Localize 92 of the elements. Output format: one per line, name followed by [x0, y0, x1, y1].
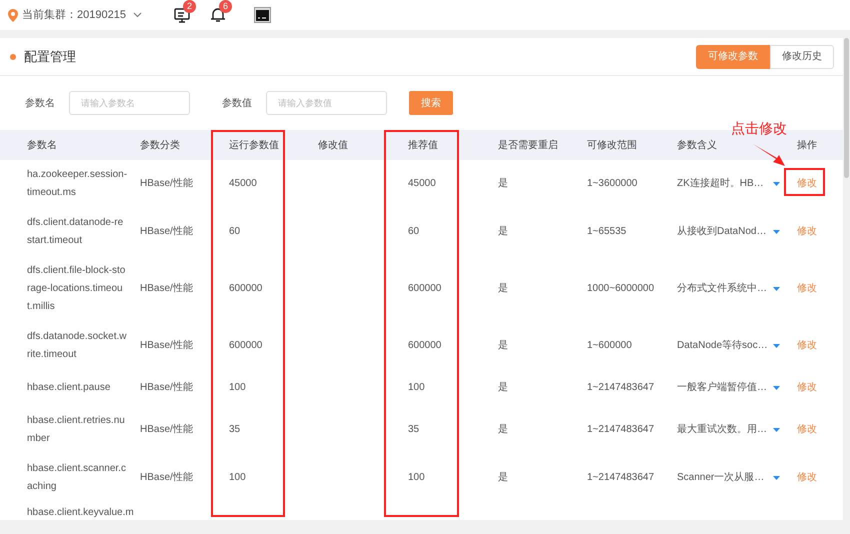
edit-link[interactable]: 修改 — [797, 340, 817, 351]
tab[interactable]: 修改历史 — [770, 44, 834, 68]
table-cell-text: dfs.client.datanode-restart.timeout — [27, 216, 124, 248]
edit-link[interactable]: 修改 — [797, 382, 817, 393]
table-cell-text: HBase/性能 — [140, 282, 194, 296]
caret-down-icon[interactable] — [773, 344, 780, 348]
table-cell-text: hbase.client.pause — [27, 381, 112, 395]
column-header: 可修改范围 — [587, 138, 638, 152]
column-header: 参数分类 — [140, 138, 181, 152]
table-cell-text: 600000 — [229, 339, 264, 353]
table-cell-text: 100 — [229, 471, 247, 485]
highlight-box — [784, 168, 825, 196]
search-field[interactable]: 请输入参数名 — [69, 91, 190, 115]
column-header: 参数名 — [27, 138, 58, 152]
monitor-icon[interactable] — [174, 7, 190, 23]
caret-down-icon[interactable] — [773, 287, 780, 291]
column-header: 推荐值 — [408, 138, 439, 152]
table-cell-text: 600000 — [408, 339, 442, 353]
annotation-text: 点击修改 — [731, 121, 787, 139]
table-cell-text: HBase/性能 — [140, 380, 194, 395]
caret-down-icon[interactable] — [773, 230, 780, 234]
table-cell-text: ZK连接超时。HB… — [677, 176, 764, 191]
table-cell-text: 是 — [498, 339, 509, 353]
table-cell-text: 是 — [498, 471, 509, 485]
table-cell-text: 1~3600000 — [587, 177, 638, 191]
count-badge: 6 — [218, 0, 232, 13]
caret-down-icon[interactable] — [773, 182, 780, 186]
chevron-down-icon[interactable] — [132, 12, 142, 18]
caret-down-icon[interactable] — [773, 386, 780, 390]
table-cell-text: 是 — [498, 381, 509, 395]
column-header: 操作 — [797, 138, 818, 152]
tab[interactable]: 可修改参数 — [696, 44, 770, 68]
count-badge: 2 — [182, 0, 196, 13]
table-cell-text: 1000~6000000 — [587, 282, 656, 296]
table-cell-text: 最大重试次数。用… — [677, 422, 767, 437]
table-cell-text: 60 — [408, 225, 420, 239]
table-cell-text: 是 — [498, 225, 509, 239]
edit-link[interactable]: 修改 — [797, 283, 817, 294]
table-cell-text: 35 — [229, 423, 242, 437]
cluster-selector[interactable]: 当前集群：20190215 — [22, 6, 126, 24]
edit-link[interactable]: 修改 — [797, 424, 817, 435]
table-cell-text: 100 — [408, 381, 426, 395]
table-cell-text: 100 — [408, 471, 426, 485]
terminal-icon[interactable] — [254, 7, 271, 23]
column-header: 是否需要重启 — [498, 138, 559, 152]
table-cell-text: 600000 — [408, 282, 442, 296]
table-cell-text: 600000 — [229, 282, 264, 296]
table-cell-text: 45000 — [408, 177, 437, 191]
table-cell-text: ha.zookeeper.session-timeout.ms — [27, 168, 128, 200]
table-cell-text: 45000 — [229, 177, 258, 191]
table-cell-text: DataNode等待soc… — [677, 338, 768, 353]
field-label: 参数值 — [222, 96, 252, 110]
table-cell-text: dfs.datanode.socket.write.timeout — [27, 330, 128, 362]
table-cell-text: 分布式文件系统中… — [677, 282, 767, 296]
table-cell-text: 1~2147483647 — [587, 471, 656, 485]
table-cell-text: 是 — [498, 177, 509, 191]
table-cell-text: 100 — [229, 381, 247, 395]
column-header: 参数含义 — [677, 138, 718, 152]
vertical-scrollbar[interactable] — [843, 38, 850, 520]
column-header: 修改值 — [318, 138, 349, 152]
table-cell-text: 35 — [408, 423, 420, 437]
edit-link[interactable]: 修改 — [797, 226, 817, 237]
table-cell-text: hbase.client.retries.number — [27, 414, 126, 446]
table-cell-text: 是 — [498, 282, 509, 296]
edit-link[interactable]: 修改 — [797, 178, 817, 189]
column-header: 运行参数值 — [229, 138, 280, 152]
table-cell-text: Scanner一次从服… — [677, 470, 764, 485]
table-cell-text: 是 — [498, 423, 509, 437]
table-cell-text: 1~600000 — [587, 339, 633, 353]
page-title: 配置管理 — [24, 48, 76, 66]
search-field[interactable]: 请输入参数值 — [266, 91, 387, 115]
table-cell-text: hbase.client.keyvalue.m — [27, 506, 135, 520]
table-cell-text: 1~2147483647 — [587, 423, 656, 437]
edit-link[interactable]: 修改 — [797, 472, 817, 483]
table-cell-text: HBase/性能 — [140, 422, 194, 437]
location-pin-icon — [8, 8, 18, 22]
caret-down-icon[interactable] — [773, 476, 780, 480]
table-cell-text: 1~65535 — [587, 225, 628, 239]
search-button[interactable]: 搜索 — [409, 91, 453, 115]
table-cell-text: HBase/性能 — [140, 176, 194, 191]
table-cell-text: 一般客户端暂停值… — [677, 380, 767, 395]
table-cell-text: dfs.client.file-block-storage-locations.timeout.millis — [27, 264, 126, 314]
table-cell-text: hbase.client.scanner.caching — [27, 462, 127, 494]
caret-down-icon[interactable] — [773, 428, 780, 432]
table-cell-text: HBase/性能 — [140, 470, 194, 485]
table-cell-text: 从接收到DataNod… — [677, 224, 766, 239]
table-cell-text: HBase/性能 — [140, 338, 194, 353]
table-cell-text: 60 — [229, 225, 242, 239]
table-cell-text: HBase/性能 — [140, 224, 194, 239]
table-cell-text: 1~2147483647 — [587, 381, 656, 395]
annotation-arrow — [752, 143, 786, 167]
field-label: 参数名 — [25, 96, 55, 110]
